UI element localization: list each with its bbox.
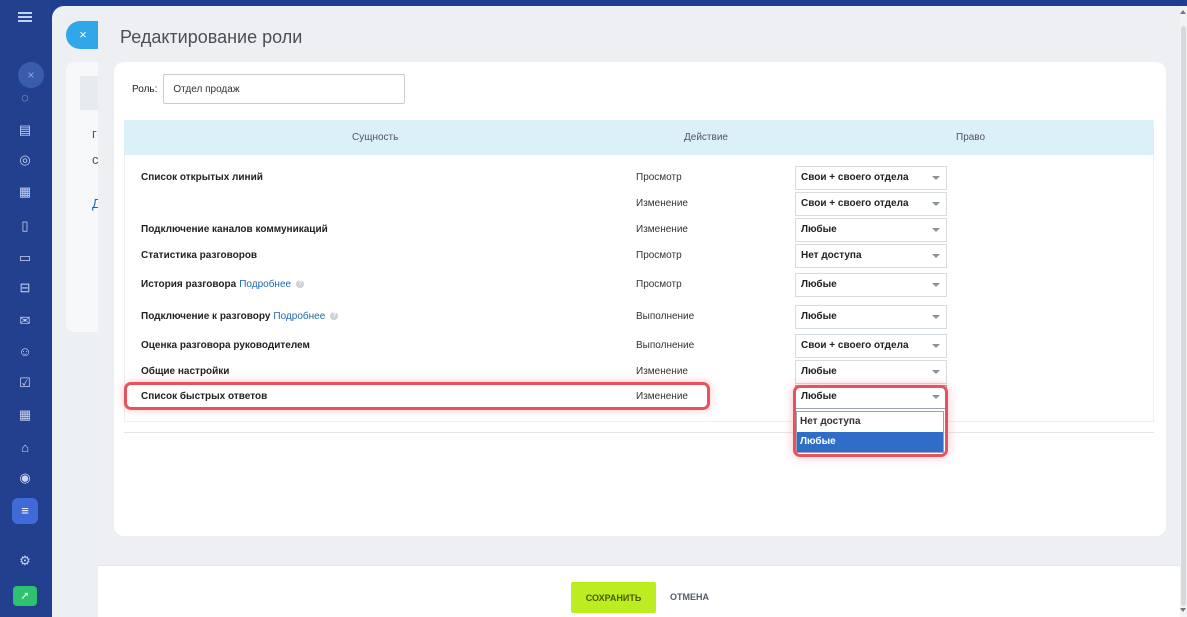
- right-select[interactable]: Свои + своего отдела: [795, 334, 947, 358]
- mail-icon[interactable]: ✉: [17, 313, 33, 329]
- right-select[interactable]: Любые: [795, 273, 947, 297]
- divider: [124, 432, 1154, 433]
- page-title: Редактирование роли: [120, 27, 303, 47]
- menu-icon[interactable]: [18, 12, 32, 22]
- more-link[interactable]: Подробнее: [239, 279, 291, 290]
- chat-icon[interactable]: ◌: [17, 90, 33, 106]
- filter-icon[interactable]: ≡: [12, 498, 38, 524]
- right-select-value: Свои + своего отдела: [801, 198, 909, 209]
- tasks-icon[interactable]: ☑: [17, 375, 33, 391]
- chevron-down-icon: [932, 283, 940, 287]
- action-cell: Просмотр: [636, 250, 682, 261]
- right-select[interactable]: Любые: [795, 305, 947, 329]
- chevron-down-icon: [932, 228, 940, 232]
- right-select[interactable]: Свои + своего отдела: [795, 166, 947, 190]
- scrollbar-thumb[interactable]: [1181, 26, 1186, 606]
- content-card: Роль: Сущность Действие Право Список отк…: [114, 62, 1166, 536]
- action-cell: Изменение: [636, 224, 688, 235]
- drive-icon[interactable]: ⊟: [17, 280, 33, 296]
- entity-cell: Общие настройки: [141, 366, 230, 377]
- entity-cell: Статистика разговоров: [141, 250, 258, 261]
- gear-icon[interactable]: ⚙: [17, 553, 33, 569]
- right-select[interactable]: Любые: [795, 218, 947, 242]
- app-sidebar: × ◌ ▤ ◎ ▦ ▯ ▭ ⊟ ✉ ☺ ☑ ▦ ⌂ ◉ ≡ ⚙ ➚: [0, 0, 50, 617]
- close-slider-button[interactable]: ×: [66, 21, 98, 49]
- document-icon[interactable]: ▤: [17, 122, 33, 138]
- rocket-icon[interactable]: ➚: [13, 586, 37, 606]
- right-select-value: Любые: [801, 311, 837, 322]
- role-label: Роль:: [132, 83, 158, 95]
- action-cell: Просмотр: [636, 279, 682, 290]
- target-icon[interactable]: ◉: [17, 470, 33, 486]
- right-select-value: Любые: [801, 366, 837, 377]
- calendar-check-icon[interactable]: ▦: [17, 407, 33, 423]
- background-text: г: [92, 126, 97, 141]
- entity-cell-label: История разговора: [141, 279, 237, 290]
- action-cell: Выполнение: [636, 340, 695, 351]
- help-icon[interactable]: ?: [296, 280, 305, 289]
- monitor-icon[interactable]: ▭: [17, 250, 33, 266]
- role-name-input[interactable]: [163, 74, 406, 104]
- close-icon: ×: [79, 27, 87, 42]
- right-select-value: Любые: [801, 224, 837, 235]
- scroll-down-icon[interactable]: [1180, 608, 1186, 612]
- calendar-icon[interactable]: ▦: [17, 184, 33, 200]
- entity-cell: Список открытых линий: [141, 172, 263, 183]
- action-cell: Изменение: [636, 198, 688, 209]
- footer: СОХРАНИТЬ ОТМЕНА: [98, 565, 1182, 617]
- table-header: Сущность Действие Право: [124, 120, 1154, 155]
- chevron-down-icon: [932, 315, 940, 319]
- right-select-value: Свои + своего отдела: [801, 172, 909, 183]
- header-right: Право: [956, 132, 986, 143]
- header-action: Действие: [684, 132, 728, 143]
- settings-icon[interactable]: ◎: [17, 152, 33, 168]
- action-cell: Выполнение: [636, 311, 695, 322]
- role-row: Роль:: [132, 74, 406, 104]
- chevron-down-icon: [932, 202, 940, 206]
- save-button[interactable]: СОХРАНИТЬ: [571, 582, 656, 613]
- entity-cell: Подключение каналов коммуникаций: [141, 224, 328, 235]
- entity-cell-label: Подключение к разговору: [141, 311, 271, 322]
- highlight-row: [124, 382, 710, 410]
- permissions-table: Сущность Действие Право Список открытых …: [124, 120, 1154, 422]
- entity-cell: История разговора Подробнее?: [141, 279, 305, 290]
- entity-cell: Подключение к разговору Подробнее?: [141, 311, 339, 322]
- cancel-button[interactable]: ОТМЕНА: [670, 592, 709, 602]
- scrollbar[interactable]: [1180, 6, 1187, 617]
- close-ghost-icon: ×: [18, 62, 44, 88]
- right-select[interactable]: Нет доступа: [795, 244, 947, 268]
- help-icon[interactable]: ?: [330, 312, 339, 321]
- chevron-down-icon: [932, 370, 940, 374]
- entity-cell: Оценка разговора руководителем: [141, 340, 310, 351]
- action-cell: Просмотр: [636, 172, 682, 183]
- users-icon[interactable]: ☺: [17, 344, 33, 360]
- file-icon[interactable]: ▯: [17, 218, 33, 234]
- more-link[interactable]: Подробнее: [273, 311, 325, 322]
- shop-icon[interactable]: ⌂: [17, 440, 33, 456]
- scroll-up-icon[interactable]: [1180, 10, 1186, 14]
- chevron-down-icon: [932, 176, 940, 180]
- chevron-down-icon: [932, 344, 940, 348]
- right-select-value: Любые: [801, 279, 837, 290]
- role-edit-slider: Редактирование роли Роль: Сущность Дейст…: [98, 6, 1182, 617]
- right-select[interactable]: Свои + своего отдела: [795, 192, 947, 216]
- right-select[interactable]: Любые: [795, 360, 947, 384]
- highlight-dropdown: [793, 385, 948, 457]
- chevron-down-icon: [932, 254, 940, 258]
- action-cell: Изменение: [636, 366, 688, 377]
- right-select-value: Нет доступа: [801, 250, 862, 261]
- right-select-value: Свои + своего отдела: [801, 340, 909, 351]
- header-entity: Сущность: [352, 132, 399, 143]
